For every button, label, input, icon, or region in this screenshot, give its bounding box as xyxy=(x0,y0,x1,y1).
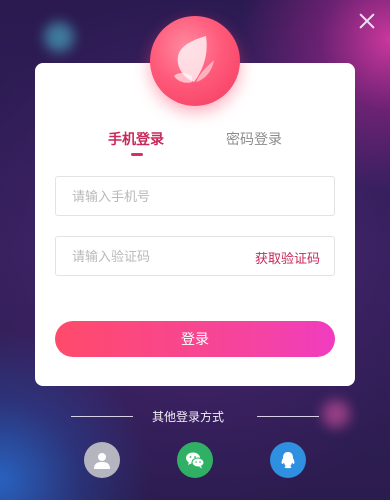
code-field: 获取验证码 xyxy=(55,236,335,277)
login-tabs: 手机登录 密码登录 xyxy=(35,129,355,159)
qq-icon xyxy=(281,452,295,469)
login-button[interactable]: 登录 xyxy=(55,321,335,357)
user-login-button[interactable] xyxy=(84,442,120,478)
butterfly-logo-icon xyxy=(174,36,214,83)
verification-code-input[interactable] xyxy=(70,237,244,277)
close-icon[interactable] xyxy=(356,10,378,32)
wechat-icon xyxy=(186,452,205,469)
tab-phone-login[interactable]: 手机登录 xyxy=(108,129,164,149)
phone-field xyxy=(55,176,335,217)
get-code-button[interactable]: 获取验证码 xyxy=(255,248,320,267)
user-icon xyxy=(94,453,110,469)
phone-input[interactable] xyxy=(70,177,244,217)
logo xyxy=(150,16,240,106)
other-login-methods: 其他登录方式 xyxy=(0,407,390,427)
qq-login-button[interactable] xyxy=(270,442,306,478)
divider xyxy=(257,416,319,417)
divider xyxy=(71,416,133,417)
active-tab-indicator xyxy=(131,153,143,156)
other-login-label: 其他登录方式 xyxy=(152,410,225,424)
tab-password-login[interactable]: 密码登录 xyxy=(226,129,282,149)
wechat-login-button[interactable] xyxy=(177,442,213,478)
login-card: 手机登录 密码登录 获取验证码 登录 xyxy=(35,63,355,386)
decorative-blob xyxy=(44,22,74,52)
